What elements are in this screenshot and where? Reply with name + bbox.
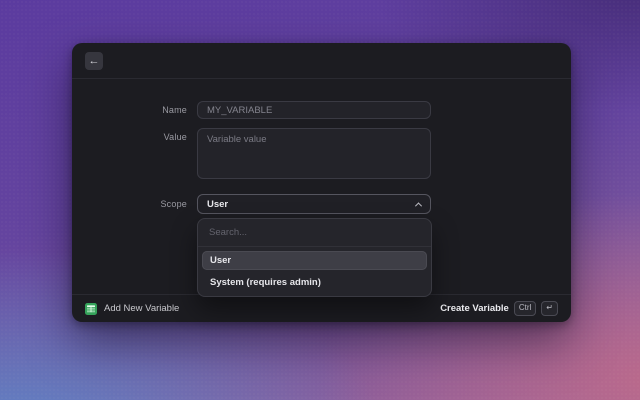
scope-selected-value: User: [207, 199, 228, 210]
back-button[interactable]: ←: [85, 52, 103, 70]
enter-key-badge: ↵: [541, 301, 558, 315]
name-label: Name: [72, 105, 197, 115]
create-variable-button[interactable]: Create Variable Ctrl ↵: [440, 301, 558, 315]
value-label: Value: [72, 128, 197, 142]
dialog-header: ←: [72, 43, 571, 79]
dropdown-search-row: [198, 219, 431, 247]
footer-left: Add New Variable: [85, 303, 179, 315]
option-label: User: [210, 255, 231, 266]
ctrl-key-badge: Ctrl: [514, 301, 536, 315]
name-input[interactable]: [197, 101, 431, 119]
scope-dropdown-panel: User System (requires admin): [197, 218, 432, 297]
scope-select[interactable]: User: [197, 194, 431, 214]
chevron-up-icon: [415, 202, 422, 209]
dialog-footer: Add New Variable Create Variable Ctrl ↵: [72, 294, 571, 322]
dropdown-search-input[interactable]: [209, 227, 420, 238]
option-label: System (requires admin): [210, 277, 321, 288]
dropdown-option-system[interactable]: System (requires admin): [202, 273, 427, 292]
dropdown-option-user[interactable]: User: [202, 251, 427, 270]
app-table-icon: [85, 303, 97, 315]
add-variable-dialog: ← Name Value Scope User User System (req…: [72, 43, 571, 322]
scope-label: Scope: [72, 199, 197, 209]
create-variable-label: Create Variable: [440, 303, 509, 314]
footer-title: Add New Variable: [104, 303, 179, 314]
back-arrow-icon: ←: [89, 56, 100, 67]
dropdown-options-list: User System (requires admin): [198, 247, 431, 296]
name-field-row: Name: [72, 101, 571, 119]
value-textarea[interactable]: [197, 128, 431, 179]
value-field-row: Value: [72, 128, 571, 179]
scope-field-row: Scope User: [72, 194, 571, 214]
